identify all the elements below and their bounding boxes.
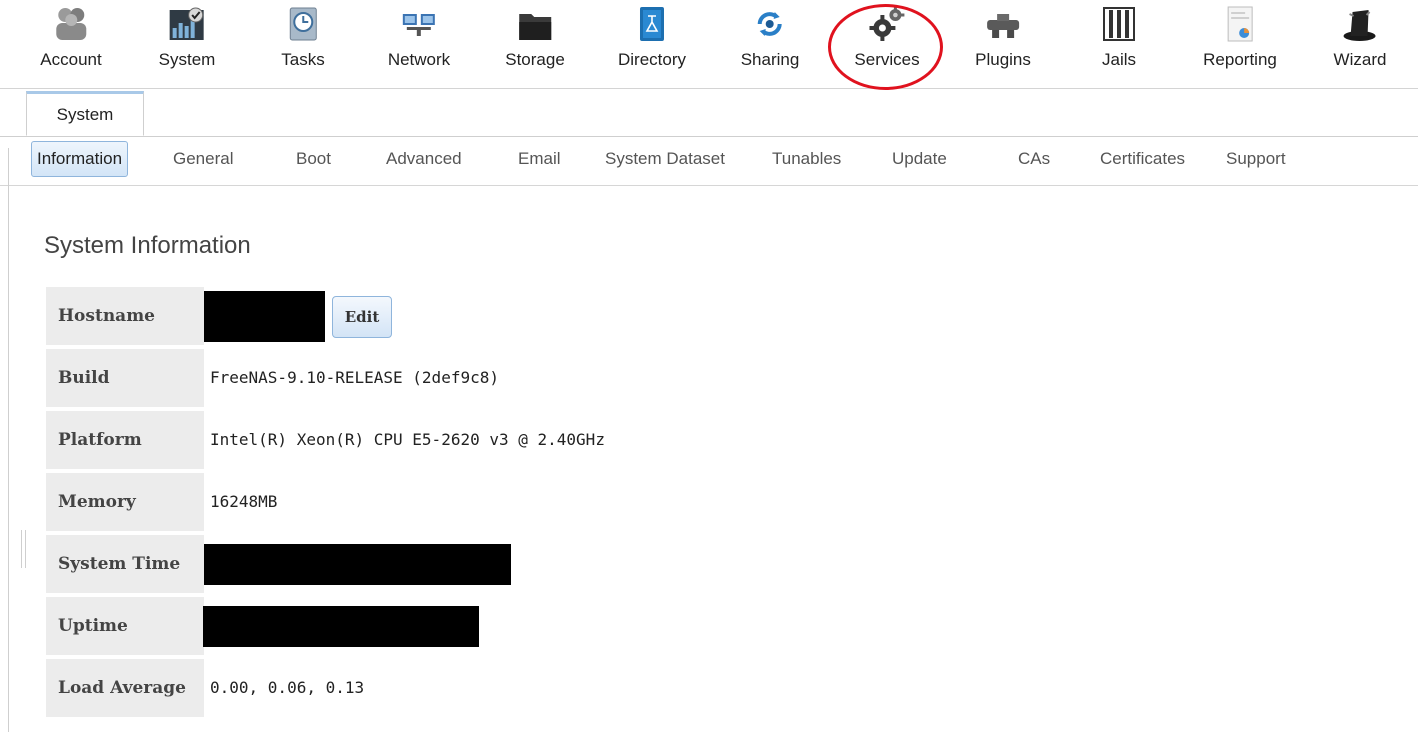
toolbar-account[interactable]: Account [40,0,102,88]
page-title: System Information [44,232,251,259]
toolbar-label: Tasks [281,50,325,69]
toolbar-label: Reporting [1203,50,1277,69]
gears-icon [869,6,904,41]
info-row-memory: Memory 16248MB [46,473,846,531]
toolbar-label: Services [854,50,920,69]
info-key: Build [46,349,204,407]
jails-icon [1103,7,1135,41]
info-value: FreeNAS-9.10-RELEASE (2def9c8) [210,368,499,387]
toolbar-plugins[interactable]: Plugins [975,0,1031,88]
sharing-icon [757,12,782,36]
info-row-system-time: System Time [46,535,846,593]
toolbar-jails[interactable]: Jails [1101,0,1137,88]
system-icon [170,7,204,40]
toolbar-storage[interactable]: Storage [505,0,565,88]
toolbar-system[interactable]: System [158,0,216,88]
splitter-handle[interactable] [21,530,26,568]
subtab-general[interactable]: General [173,143,233,175]
toolbar-label: Sharing [740,50,800,69]
info-key: Load Average [46,659,204,717]
main-tab-bar: System [0,89,1418,137]
info-row-platform: Platform Intel(R) Xeon(R) CPU E5-2620 v3… [46,411,846,469]
toolbar-tasks[interactable]: Tasks [281,0,325,88]
toolbar-label: Account [40,50,102,69]
info-row-load-average: Load Average 0.00, 0.06, 0.13 [46,659,846,717]
subtab-system-dataset[interactable]: System Dataset [605,143,725,175]
tasks-icon [289,7,317,41]
toolbar-label: Jails [1101,50,1136,69]
info-row-hostname: Hostname Edit [46,287,846,345]
system-sub-tab-bar: Information General Boot Advanced Email … [0,137,1418,186]
info-value: Intel(R) Xeon(R) CPU E5-2620 v3 @ 2.40GH… [210,430,605,449]
toolbar-sharing[interactable]: Sharing [740,0,800,88]
directory-icon [639,7,664,41]
redacted-system-time [204,544,511,585]
toolbar-network[interactable]: Network [388,0,450,88]
info-key: Memory [46,473,204,531]
subtab-certificates[interactable]: Certificates [1100,143,1185,175]
toolbar-directory[interactable]: Directory [618,0,686,88]
wizard-hat-icon [1344,10,1376,41]
info-key: Platform [46,411,204,469]
subtab-email[interactable]: Email [518,143,561,175]
top-toolbar: Account System Tasks Network Storage Dir… [0,0,1418,90]
plugins-icon [986,14,1019,38]
edit-hostname-button[interactable]: Edit [332,296,392,338]
info-key: System Time [46,535,204,593]
toolbar-reporting[interactable]: Reporting [1203,0,1277,88]
toolbar-wizard[interactable]: Wizard [1333,0,1387,88]
subtab-information[interactable]: Information [31,141,129,177]
info-row-build: Build FreeNAS-9.10-RELEASE (2def9c8) [46,349,846,407]
left-panel-border [8,148,9,732]
toolbar-services[interactable]: Services [854,0,920,88]
storage-icon [518,14,551,40]
toolbar-label: System [158,50,216,69]
redacted-hostname [204,291,325,342]
toolbar-label: Plugins [975,50,1031,69]
network-icon [402,14,435,36]
subtab-update[interactable]: Update [892,143,947,175]
info-row-uptime: Uptime [46,597,846,655]
account-icon [56,8,86,40]
info-value: 0.00, 0.06, 0.13 [210,678,365,697]
toolbar-label: Network [387,50,451,69]
info-key: Hostname [46,287,204,345]
subtab-support[interactable]: Support [1226,143,1286,175]
reporting-icon [1227,6,1253,42]
toolbar-label: Wizard [1333,50,1387,69]
subtab-boot[interactable]: Boot [296,143,331,175]
subtab-cas[interactable]: CAs [1018,143,1050,175]
toolbar-label: Storage [505,50,565,69]
tab-system[interactable]: System [26,91,144,136]
redacted-uptime [203,606,479,647]
info-key: Uptime [46,597,204,655]
toolbar-label: Directory [617,50,687,69]
subtab-advanced[interactable]: Advanced [386,143,462,175]
subtab-tunables[interactable]: Tunables [772,143,841,175]
info-value: 16248MB [210,492,278,511]
